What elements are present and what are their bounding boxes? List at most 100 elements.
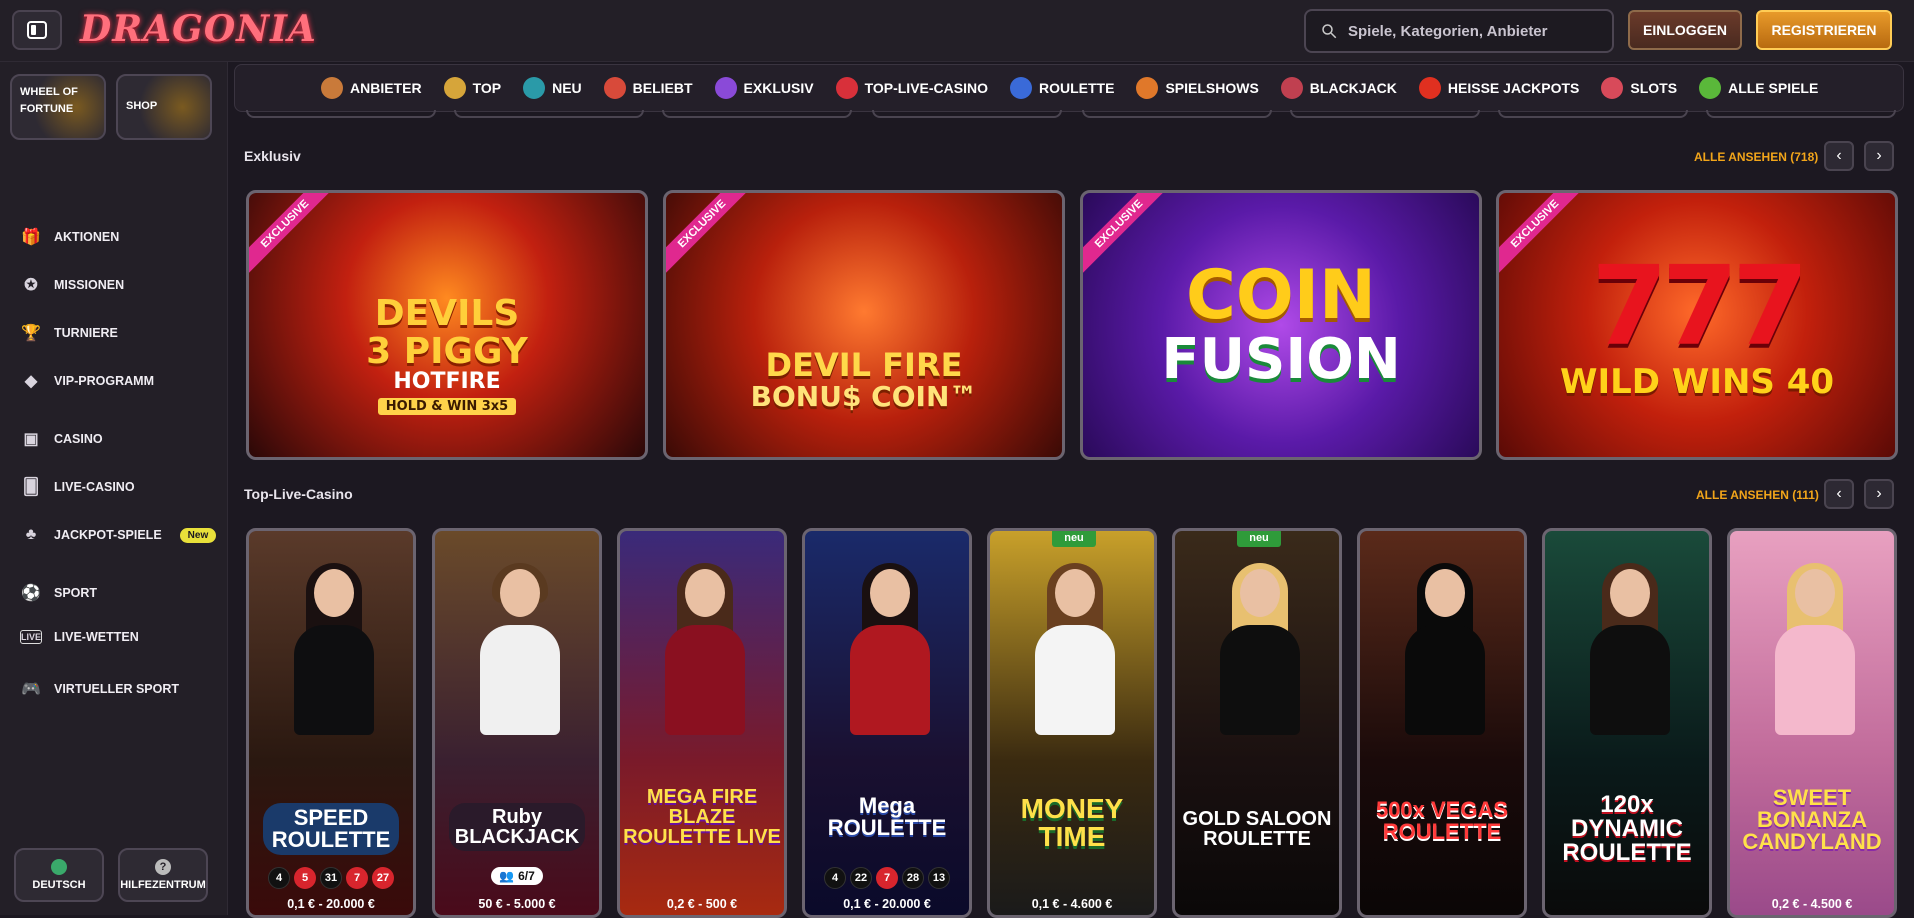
game-card-wild-wins-40[interactable]: EXCLUSIVE 777 WILD WINS 40	[1496, 190, 1898, 460]
sidebar-item-label: SPORT	[54, 586, 98, 600]
chevron-left-icon: ‹	[1836, 485, 1842, 502]
category-label: ALLE SPIELE	[1728, 80, 1819, 96]
category-blackjack[interactable]: BLACKJACK	[1280, 77, 1397, 99]
sidebar-item-aktionen[interactable]: 🎁 AKTIONEN	[20, 226, 119, 248]
sidebar-item-live-wetten[interactable]: LIVE LIVE-WETTEN	[20, 630, 139, 644]
gem-icon	[714, 77, 737, 99]
live-next-button[interactable]: ›	[1864, 479, 1894, 509]
players-value: 6/7	[518, 869, 535, 883]
cards-icon	[1280, 77, 1303, 99]
bet-limits: 0,2 € - 4.500 €	[1771, 897, 1853, 911]
see-all-live-link[interactable]: ALLE ANSEHEN (111)	[1696, 488, 1819, 502]
category-alle-spiele[interactable]: ALLE SPIELE	[1699, 77, 1818, 99]
sidebar-item-jackpot[interactable]: ♣ JACKPOT-SPIELE New	[20, 524, 217, 546]
login-button[interactable]: EINLOGGEN	[1628, 10, 1742, 50]
dealer-image	[1395, 563, 1495, 735]
category-anbieter[interactable]: ANBIETER	[321, 77, 422, 99]
search-box[interactable]	[1304, 9, 1614, 53]
language-button[interactable]: DEUTSCH	[14, 848, 104, 902]
previous-row-card[interactable]	[872, 110, 1062, 118]
new-badge: neu	[1052, 531, 1096, 547]
category-bar: ANBIETER TOP NEU BELIEBT EXKLUSIV TOP-LI…	[234, 64, 1904, 112]
previous-row-card[interactable]	[1706, 110, 1896, 118]
live-game-card-dynamic-roulette[interactable]: 120x DYNAMIC ROULETTE	[1542, 528, 1712, 918]
live-game-card-vegas-roulette[interactable]: 500x VEGAS ROULETTE	[1357, 528, 1527, 918]
game-logo: Mega ROULETTE	[827, 793, 947, 840]
previous-row-card[interactable]	[1290, 110, 1480, 118]
game-logo: MONEY TIME	[1020, 793, 1124, 852]
player-count: 👥 6/7	[435, 867, 599, 885]
shop-label: SHOP	[126, 100, 158, 112]
diamond-icon: ◆	[24, 373, 38, 390]
live-game-card-speed-roulette[interactable]: SPEED ROULETTE 4 5 31 7 27 0,1 € - 20.00…	[246, 528, 416, 918]
live-game-card-mega-fire-blaze-roulette[interactable]: MEGA FIRE BLAZE ROULETTE LIVE 0,2 € - 50…	[617, 528, 787, 918]
game-logo: GOLD SALOON ROULETTE	[1182, 808, 1332, 850]
help-center-button[interactable]: ? HILFEZENTRUM	[118, 848, 208, 902]
result-number: 27	[372, 867, 394, 889]
all-games-icon	[1699, 77, 1722, 99]
live-game-card-mega-roulette[interactable]: Mega ROULETTE 4 22 7 28 13 0,1 € - 20.00…	[802, 528, 972, 918]
category-heisse-jackpots[interactable]: HEISSE JACKPOTS	[1418, 77, 1580, 99]
category-top-live-casino[interactable]: TOP-LIVE-CASINO	[835, 77, 988, 99]
dealer-image	[840, 563, 940, 735]
register-button[interactable]: REGISTRIEREN	[1756, 10, 1892, 50]
game-title: DEVIL FIRE BONU$ COIN™	[751, 348, 978, 412]
game-card-devils-3-piggy[interactable]: EXCLUSIVE DEVILS 3 PIGGY HOTFIRE HOLD & …	[246, 190, 648, 460]
brand-logo[interactable]: DRAGONIA	[80, 8, 317, 50]
sidebar-item-casino[interactable]: ▣ CASINO	[20, 428, 102, 450]
help-icon: ?	[155, 859, 171, 875]
wheel-of-fortune-promo[interactable]: WHEEL OF FORTUNE	[10, 74, 106, 140]
result-number: 22	[850, 867, 872, 889]
sidebar-item-missionen[interactable]: ✪ MISSIONEN	[20, 274, 124, 296]
sidebar-item-sport[interactable]: ⚽ SPORT	[20, 582, 97, 604]
category-label: HEISSE JACKPOTS	[1447, 80, 1580, 96]
wheel-of-fortune-label: WHEEL OF FORTUNE	[20, 86, 78, 115]
search-input[interactable]	[1348, 22, 1598, 40]
category-beliebt[interactable]: BELIEBT	[603, 77, 693, 99]
previous-row-card[interactable]	[454, 110, 644, 118]
previous-row-card[interactable]	[662, 110, 852, 118]
dealer-image	[1025, 563, 1125, 735]
previous-row-card[interactable]	[1082, 110, 1272, 118]
sidebar-item-vip[interactable]: ◆ VIP-PROGRAMM	[20, 370, 154, 392]
sidebar-toggle-button[interactable]	[12, 10, 62, 50]
category-slots[interactable]: SLOTS	[1601, 77, 1677, 99]
live-game-card-money-time[interactable]: neu MONEY TIME 0,1 € - 4.600 €	[987, 528, 1157, 918]
live-game-card-gold-saloon-roulette[interactable]: neu GOLD SALOON ROULETTE	[1172, 528, 1342, 918]
sidebar-item-live-casino[interactable]: 🂠 LIVE-CASINO	[20, 476, 135, 498]
live-prev-button[interactable]: ‹	[1824, 479, 1854, 509]
search-icon	[1322, 24, 1337, 39]
sidebar-item-label: LIVE-WETTEN	[54, 630, 139, 644]
game-card-coin-fusion[interactable]: EXCLUSIVE COIN FUSION	[1080, 190, 1482, 460]
category-neu[interactable]: NEU	[523, 77, 582, 99]
help-center-label: HILFEZENTRUM	[120, 879, 206, 891]
section-title-top-live-casino: Top-Live-Casino	[244, 486, 353, 502]
sidebar-item-turniere[interactable]: 🏆 TURNIERE	[20, 322, 118, 344]
category-spielshows[interactable]: SPIELSHOWS	[1136, 77, 1259, 99]
game-logo: MEGA FIRE BLAZE ROULETTE LIVE	[623, 786, 781, 848]
title-line: COIN	[1186, 255, 1376, 335]
recent-numbers: 4 5 31 7 27	[249, 867, 413, 889]
game-card-devil-fire[interactable]: EXCLUSIVE DEVIL FIRE BONU$ COIN™	[663, 190, 1065, 460]
title-line: 777	[1591, 242, 1809, 371]
live-game-card-ruby-blackjack[interactable]: Ruby BLACKJACK 👥 6/7 50 € - 5.000 €	[432, 528, 602, 918]
dealer-image	[470, 563, 570, 735]
game-title: DEVILS 3 PIGGY HOTFIRE HOLD & WIN 3x5	[366, 295, 528, 416]
sidebar-item-virtueller-sport[interactable]: 🎮 VIRTUELLER SPORT	[20, 678, 179, 700]
previous-row-card[interactable]	[246, 110, 436, 118]
see-all-exklusiv-link[interactable]: ALLE ANSEHEN (718)	[1694, 150, 1818, 164]
category-top[interactable]: TOP	[443, 77, 501, 99]
category-exklusiv[interactable]: EXKLUSIV	[714, 77, 814, 99]
result-number: 4	[268, 867, 290, 889]
previous-row-card[interactable]	[1498, 110, 1688, 118]
sidebar-item-label: LIVE-CASINO	[54, 480, 135, 494]
category-label: BLACKJACK	[1309, 80, 1397, 96]
exclusive-ribbon: EXCLUSIVE	[666, 193, 758, 280]
shop-promo[interactable]: SHOP	[116, 74, 212, 140]
players-badge: 👥 6/7	[491, 867, 543, 885]
live-game-card-sweet-bonanza-candyland[interactable]: SWEET BONANZA CANDYLAND 0,2 € - 4.500 €	[1727, 528, 1897, 918]
category-roulette[interactable]: ROULETTE	[1009, 77, 1114, 99]
exklusiv-prev-button[interactable]: ‹	[1824, 141, 1854, 171]
bet-limits: 0,1 € - 4.600 €	[1031, 897, 1113, 911]
exklusiv-next-button[interactable]: ›	[1864, 141, 1894, 171]
